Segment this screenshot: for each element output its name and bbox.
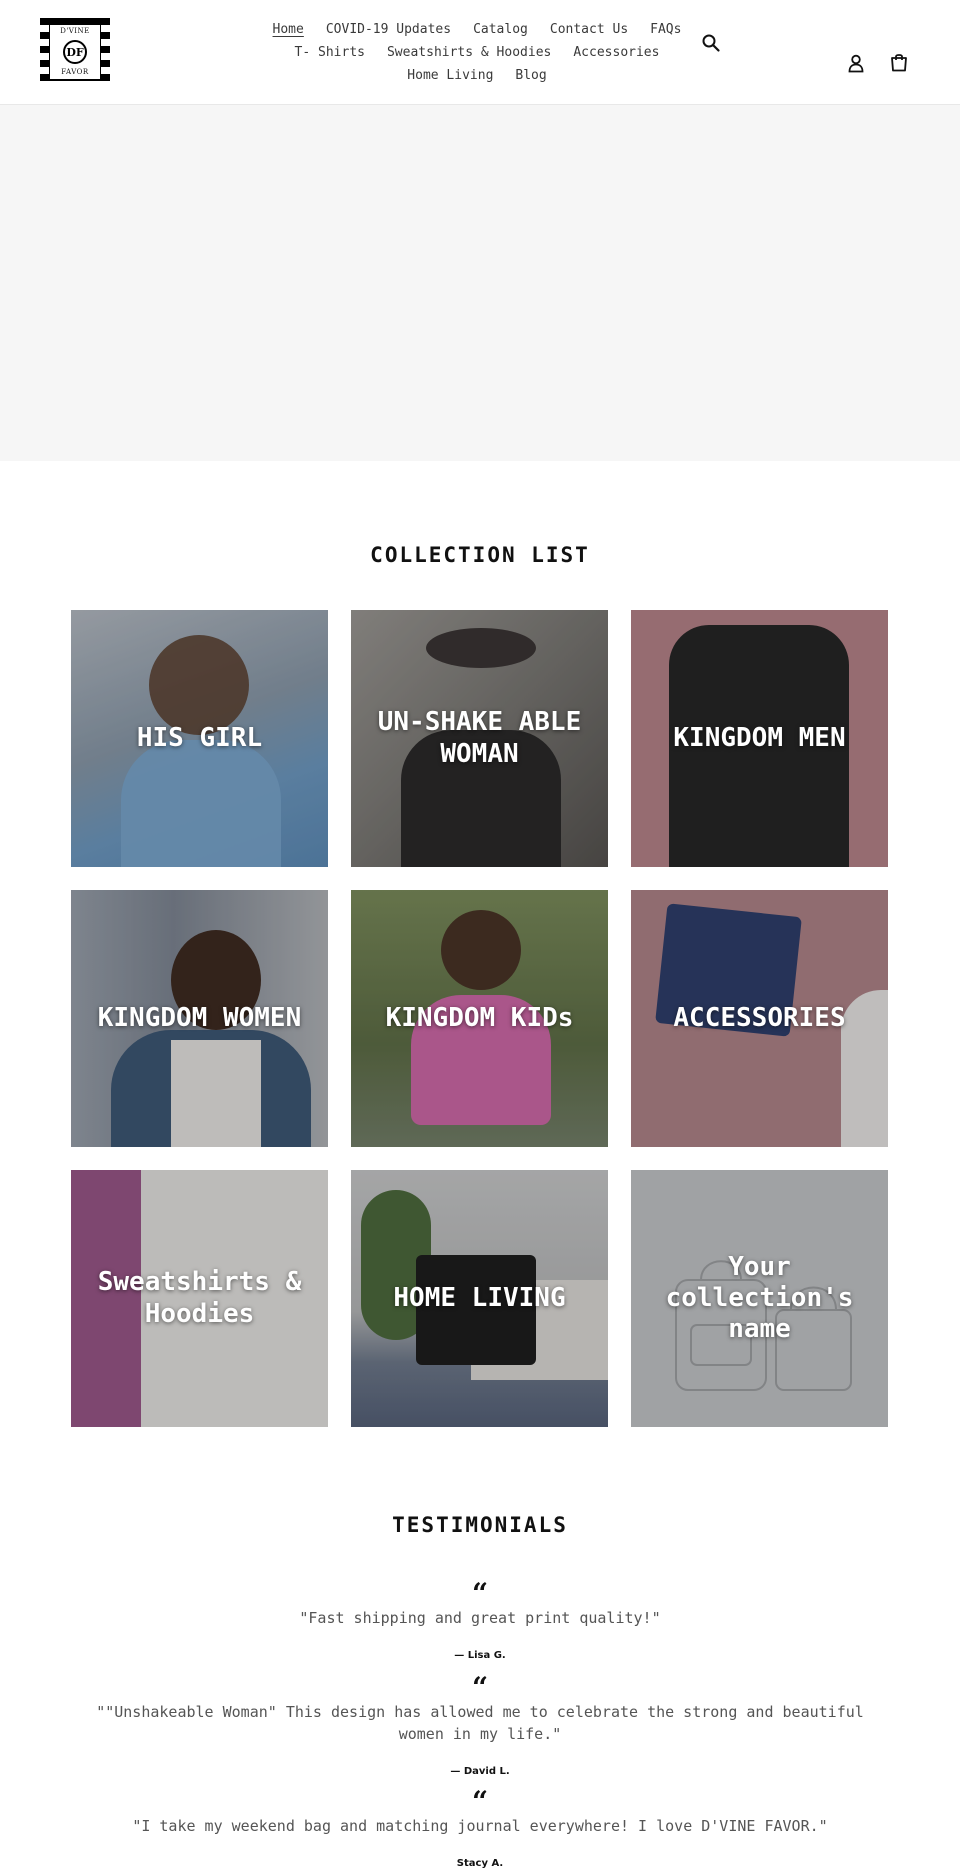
testimonial-item: “ ""Unshakeable Woman" This design has a… bbox=[0, 1674, 960, 1780]
collection-card-label: Sweatshirts & Hoodies bbox=[97, 1267, 302, 1329]
collection-card-unshakeable-woman[interactable]: UN-SHAKE ABLE WOMAN bbox=[351, 610, 608, 867]
collection-card-kingdom-men[interactable]: KINGDOM MEN bbox=[631, 610, 888, 867]
logo-text-bottom: FAVOR bbox=[61, 68, 89, 76]
collection-card-label: UN-SHAKE ABLE WOMAN bbox=[377, 707, 582, 769]
quote-icon: “ bbox=[471, 1785, 489, 1818]
collection-grid: HIS GIRL UN-SHAKE ABLE WOMAN KINGDOM MEN… bbox=[71, 610, 889, 1427]
nav-item-t-shirts[interactable]: T- Shirts bbox=[295, 41, 365, 64]
nav-row-2: T- Shirts Sweatshirts & Hoodies Accessor… bbox=[262, 41, 692, 64]
collection-card-label: HOME LIVING bbox=[393, 1282, 566, 1313]
nav-row-1: Home COVID-19 Updates Catalog Contact Us… bbox=[262, 18, 692, 41]
collection-card-label: Your collection's name bbox=[665, 1251, 854, 1345]
nav-item-covid-updates[interactable]: COVID-19 Updates bbox=[326, 18, 451, 41]
collection-card-accessories[interactable]: ACCESSORIES bbox=[631, 890, 888, 1147]
logo-emblem: DF bbox=[63, 40, 87, 64]
nav-item-home-living[interactable]: Home Living bbox=[407, 64, 493, 87]
logo-inner: D'VINE DF FAVOR bbox=[49, 24, 101, 80]
site-header: D'VINE DF FAVOR Home COVID-19 Updates Ca… bbox=[0, 0, 960, 105]
nav-item-contact-us[interactable]: Contact Us bbox=[550, 18, 628, 41]
nav-item-home[interactable]: Home bbox=[273, 18, 304, 41]
collection-card-placeholder[interactable]: Your collection's name bbox=[631, 1170, 888, 1427]
hero-image-placeholder bbox=[0, 105, 960, 461]
collection-card-label: KINGDOM KIDs bbox=[385, 1002, 574, 1033]
nav-item-accessories[interactable]: Accessories bbox=[573, 41, 659, 64]
nav-item-blog[interactable]: Blog bbox=[515, 64, 546, 87]
collection-card-home-living[interactable]: HOME LIVING bbox=[351, 1170, 608, 1427]
quote-icon: “ bbox=[471, 1577, 489, 1610]
logo-text-top: D'VINE bbox=[60, 27, 90, 35]
main-navigation: Home COVID-19 Updates Catalog Contact Us… bbox=[262, 18, 692, 87]
quote-icon: “ bbox=[471, 1671, 489, 1704]
collection-card-sweatshirts-hoodies[interactable]: Sweatshirts & Hoodies bbox=[71, 1170, 328, 1427]
testimonial-author: — David L. bbox=[450, 1765, 510, 1777]
search-icon[interactable] bbox=[701, 33, 721, 53]
collection-list-title: COLLECTION LIST bbox=[370, 543, 590, 567]
account-icon[interactable] bbox=[846, 53, 866, 73]
nav-item-catalog[interactable]: Catalog bbox=[473, 18, 528, 41]
testimonial-author: Stacy A. bbox=[456, 1857, 504, 1869]
nav-row-3: Home Living Blog bbox=[262, 64, 692, 87]
testimonial-text: ""Unshakeable Woman" This design has all… bbox=[96, 1703, 864, 1743]
collection-card-kingdom-kids[interactable]: KINGDOM KIDs bbox=[351, 890, 608, 1147]
collection-card-label: KINGDOM MEN bbox=[673, 722, 846, 753]
collection-card-his-girl[interactable]: HIS GIRL bbox=[71, 610, 328, 867]
cart-icon[interactable] bbox=[889, 52, 909, 72]
collection-card-kingdom-women[interactable]: KINGDOM WOMEN bbox=[71, 890, 328, 1147]
testimonial-item: “ "Fast shipping and great print quality… bbox=[0, 1580, 960, 1664]
testimonial-text: "Fast shipping and great print quality!" bbox=[299, 1609, 661, 1627]
collection-card-label: HIS GIRL bbox=[136, 722, 263, 753]
testimonial-item: “ "I take my weekend bag and matching jo… bbox=[0, 1788, 960, 1872]
testimonial-text: "I take my weekend bag and matching jour… bbox=[132, 1817, 828, 1835]
testimonials-title: TESTIMONIALS bbox=[392, 1513, 568, 1537]
nav-item-faqs[interactable]: FAQs bbox=[650, 18, 681, 41]
nav-item-sweatshirts-hoodies[interactable]: Sweatshirts & Hoodies bbox=[387, 41, 551, 64]
collection-card-label: ACCESSORIES bbox=[673, 1002, 846, 1033]
testimonial-author: — Lisa G. bbox=[454, 1649, 506, 1661]
collection-card-label: KINGDOM WOMEN bbox=[97, 1002, 302, 1033]
brand-logo[interactable]: D'VINE DF FAVOR bbox=[40, 18, 110, 86]
